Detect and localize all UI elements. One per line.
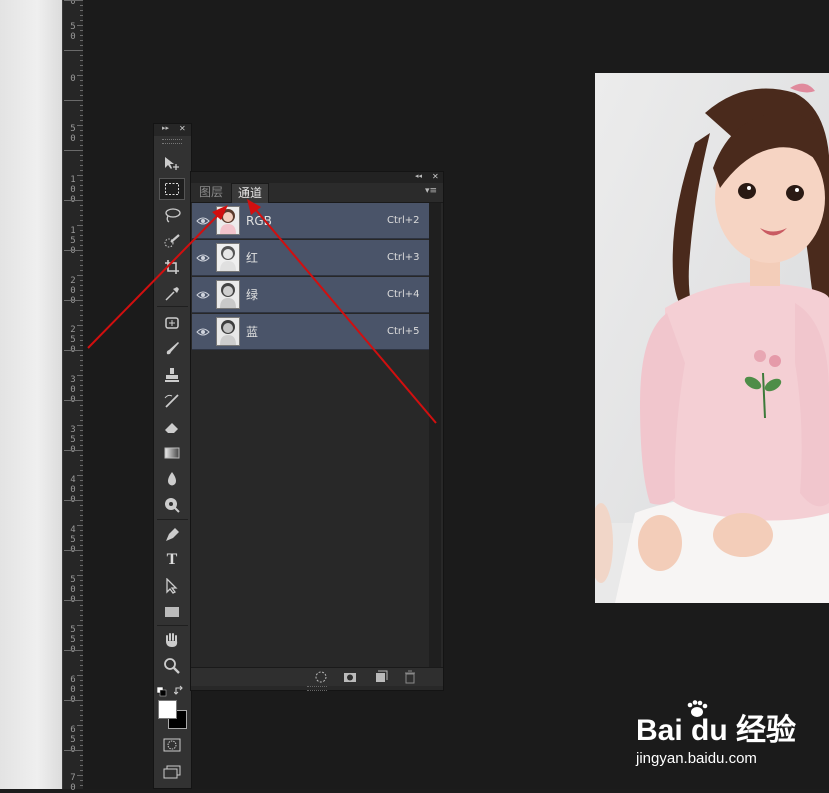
red-arrow-line [87,207,226,349]
red-arrow-line [249,202,437,424]
annotation-arrows [87,199,437,424]
watermark-url: jingyan.baidu.com [636,750,757,767]
baidu-jingyan-logo: Bai du 经验 [636,714,797,747]
